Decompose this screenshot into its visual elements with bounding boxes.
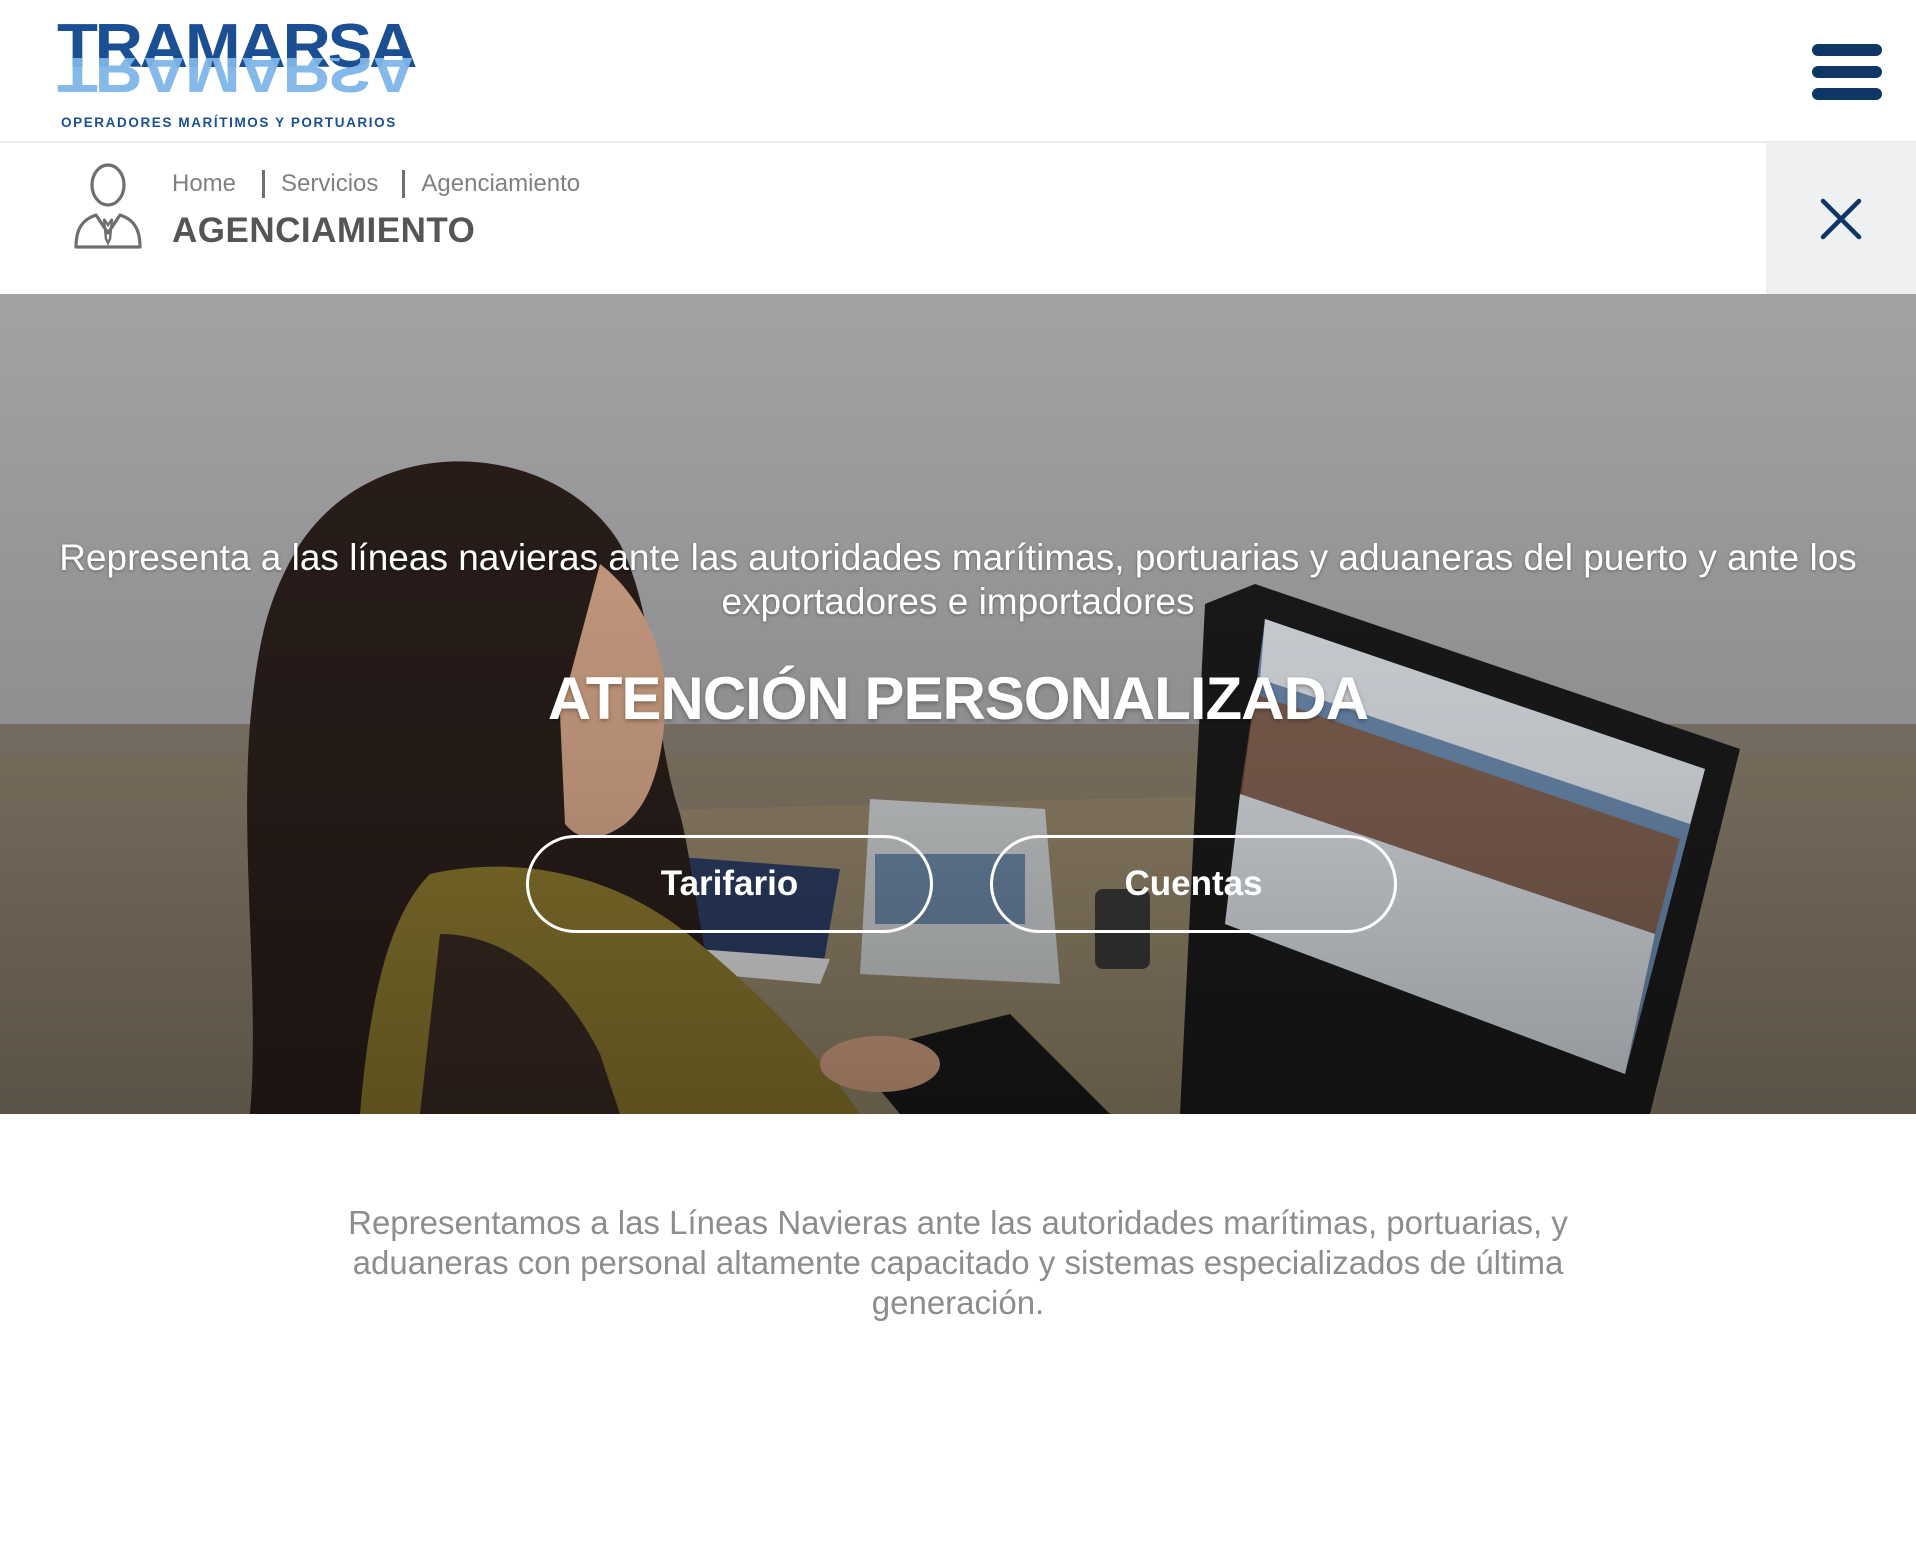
close-icon bbox=[1820, 198, 1862, 240]
close-button[interactable] bbox=[1766, 143, 1916, 294]
hero-title: ATENCIÓN PERSONALIZADA bbox=[547, 665, 1369, 732]
breadcrumb-agenciamiento[interactable]: Agenciamiento bbox=[421, 170, 580, 198]
tarifario-button[interactable]: Tarifario bbox=[526, 835, 933, 933]
logo-wave-reflection: TRAMARSA bbox=[57, 58, 427, 118]
page-title: AGENCIAMIENTO bbox=[172, 211, 476, 250]
service-description: Representamos a las Líneas Navieras ante… bbox=[348, 1204, 1568, 1321]
breadcrumb-servicios[interactable]: Servicios bbox=[281, 170, 378, 198]
person-with-tie-icon bbox=[74, 163, 142, 249]
hero-subtitle: Representa a las líneas navieras ante la… bbox=[59, 537, 1857, 622]
tramarsa-logo[interactable]: TRAMARSA TRAMARSA OPERADORES MARÍTIMOS Y… bbox=[57, 14, 427, 132]
logo-tagline: OPERADORES MARÍTIMOS Y PORTUARIOS bbox=[61, 115, 397, 130]
cuentas-button[interactable]: Cuentas bbox=[990, 835, 1397, 933]
breadcrumb-separator bbox=[262, 170, 266, 198]
site-header: TRAMARSA TRAMARSA OPERADORES MARÍTIMOS Y… bbox=[0, 0, 1916, 143]
hamburger-menu-icon[interactable] bbox=[1812, 44, 1884, 100]
page-title-bar: Home Servicios Agenciamiento AGENCIAMIEN… bbox=[0, 143, 1916, 294]
logo-reflection-text: TRAMARSA bbox=[57, 58, 415, 104]
breadcrumb-separator bbox=[402, 170, 406, 198]
hero-banner: Representa a las líneas navieras ante la… bbox=[0, 294, 1916, 1114]
breadcrumb: Home Servicios Agenciamiento bbox=[172, 169, 580, 199]
breadcrumb-home[interactable]: Home bbox=[172, 170, 236, 198]
